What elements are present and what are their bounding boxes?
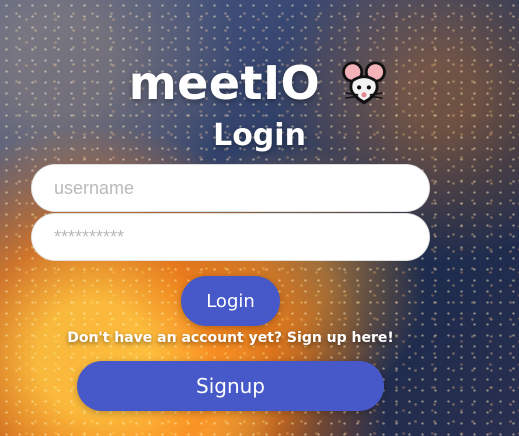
brand-row: meetIO [0,55,519,111]
login-screen: meetIO Login Login Don't have an account… [0,0,519,436]
password-input[interactable] [31,213,430,261]
username-input[interactable] [31,164,430,212]
mouse-face-icon [342,61,387,105]
login-heading: Login [213,118,306,153]
login-button[interactable]: Login [181,276,280,326]
app-title: meetIO [128,56,321,110]
signup-button[interactable]: Signup [77,361,384,411]
signup-hint: Don't have an account yet? Sign up here! [67,330,394,346]
